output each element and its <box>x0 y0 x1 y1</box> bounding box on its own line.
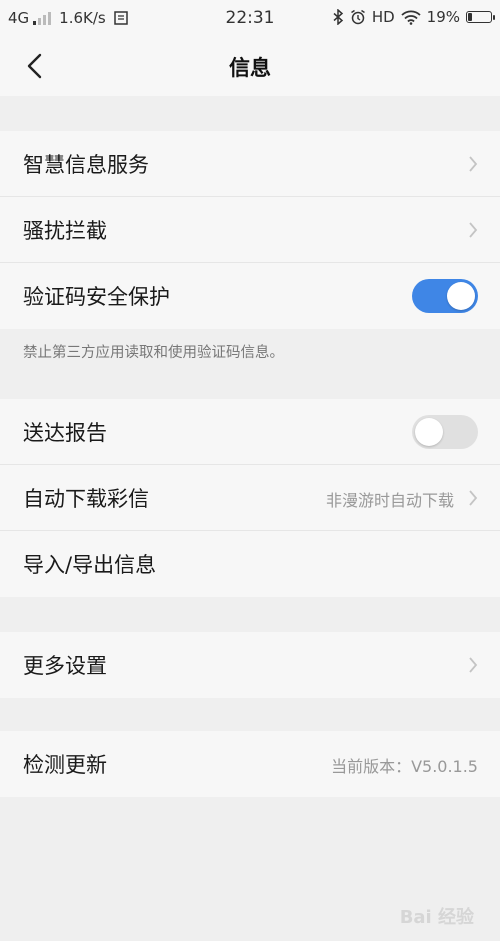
version-value: 当前版本：V5.0.1.5 <box>331 757 478 776</box>
toggle-knob <box>415 418 443 446</box>
hd-indicator: HD <box>371 8 395 26</box>
row-label: 更多设置 <box>23 654 107 678</box>
row-delivery-report: 送达报告 <box>0 399 500 465</box>
row-label: 自动下载彩信 <box>23 486 149 511</box>
bluetooth-icon <box>333 9 343 25</box>
row-label: 验证码安全保护 <box>23 285 170 309</box>
verification-protection-toggle[interactable] <box>412 279 478 313</box>
row-check-update[interactable]: 检测更新 当前版本：V5.0.1.5 <box>0 731 500 797</box>
row-label: 智慧信息服务 <box>23 152 149 177</box>
row-label: 检测更新 <box>23 753 107 777</box>
settings-group-security: 智慧信息服务 骚扰拦截 验证码安全保护 <box>0 131 500 329</box>
row-label: 骚扰拦截 <box>23 218 107 243</box>
verification-note: 禁止第三方应用读取和使用验证码信息。 <box>23 345 284 361</box>
row-more-settings[interactable]: 更多设置 <box>0 632 500 698</box>
row-value: 非漫游时自动下载 <box>325 491 454 510</box>
settings-group-messages: 送达报告 自动下载彩信 非漫游时自动下载 导入/导出信息 <box>0 399 500 597</box>
delivery-report-toggle[interactable] <box>412 415 478 449</box>
watermark: Bai 经验 <box>399 907 474 928</box>
battery-percent: 19% <box>426 8 460 26</box>
settings-group-update: 检测更新 当前版本：V5.0.1.5 <box>0 731 500 797</box>
row-harassment-block[interactable]: 骚扰拦截 <box>0 197 500 263</box>
row-verification-code-protection: 验证码安全保护 <box>0 263 500 329</box>
row-label: 送达报告 <box>23 420 107 445</box>
row-smart-info-service[interactable]: 智慧信息服务 <box>0 131 500 197</box>
row-import-export[interactable]: 导入/导出信息 <box>0 531 500 597</box>
page-title: 信息 <box>229 56 271 80</box>
row-label: 导入/导出信息 <box>23 553 157 577</box>
chevron-right-icon <box>469 490 478 506</box>
alarm-icon <box>350 9 365 25</box>
chevron-right-icon <box>469 222 478 238</box>
settings-group-more: 更多设置 <box>0 632 500 698</box>
row-auto-download-mms[interactable]: 自动下载彩信 非漫游时自动下载 <box>0 465 500 531</box>
wifi-icon <box>401 10 421 25</box>
chevron-right-icon <box>469 657 478 673</box>
chevron-right-icon <box>469 156 478 172</box>
nav-bar: 信息 <box>0 36 500 96</box>
status-bar: 4G 1.6K/s 22:31 HD 19% <box>0 0 500 36</box>
battery-icon <box>466 11 495 23</box>
toggle-knob <box>447 282 475 310</box>
